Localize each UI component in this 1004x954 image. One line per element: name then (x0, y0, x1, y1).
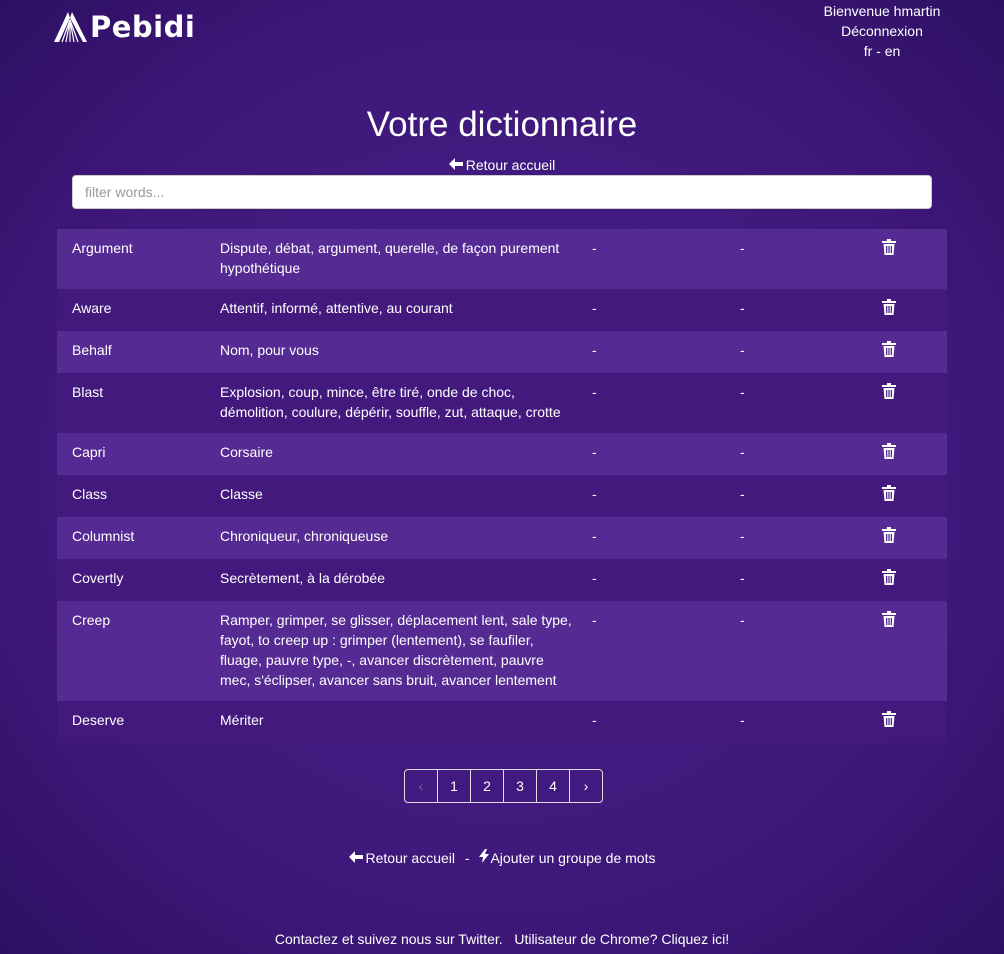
chrome-extension-link[interactable]: Utilisateur de Chrome? Cliquez ici! (514, 931, 729, 947)
back-home-label: Retour accueil (465, 157, 556, 173)
word-cell: Blast (72, 384, 104, 400)
table-row: Deserve Mériter - - (57, 701, 947, 743)
lang-en-link[interactable]: en (885, 43, 901, 59)
footer-links: Retour accueil - Ajouter un groupe de mo… (0, 849, 1004, 866)
pagination-page-2[interactable]: 2 (471, 770, 504, 802)
translation-cell: Explosion, coup, mince, être tiré, onde … (220, 384, 561, 420)
extra-cell-2: - (740, 342, 745, 358)
trash-icon[interactable] (882, 711, 896, 732)
translation-cell: Classe (220, 486, 263, 502)
extra-cell-2: - (740, 612, 745, 628)
extra-cell-2: - (740, 712, 745, 728)
translation-cell: Dispute, débat, argument, querelle, de f… (220, 240, 560, 276)
logo-text: Pebidi (90, 10, 196, 44)
extra-cell-1: - (592, 570, 597, 586)
back-home-label: Retour accueil (365, 850, 456, 866)
table-row: Capri Corsaire - - (57, 433, 947, 475)
table-row: Argument Dispute, débat, argument, querel… (57, 229, 947, 289)
table-row: Behalf Nom, pour vous - - (57, 331, 947, 373)
arrow-left-icon (448, 158, 463, 170)
back-home-link-bottom[interactable]: Retour accueil (348, 850, 459, 866)
table-row: Covertly Secrètement, à la dérobée - - (57, 559, 947, 601)
table-row: Creep Ramper, grimper, se glisser, déplac… (57, 601, 947, 701)
extra-cell-1: - (592, 712, 597, 728)
trash-icon[interactable] (882, 569, 896, 590)
add-word-group-label: Ajouter un groupe de mots (490, 850, 656, 866)
translation-cell: Secrètement, à la dérobée (220, 570, 385, 586)
pagination-next[interactable]: › (570, 770, 602, 802)
footer-separator: - (464, 850, 470, 866)
pagination-prev: ‹ (405, 770, 438, 802)
lang-separator: - (876, 43, 881, 59)
pagination-page-4[interactable]: 4 (537, 770, 570, 802)
user-menu: Bienvenue hmartin Déconnexion fr - en (802, 1, 962, 61)
word-cell: Class (72, 486, 108, 502)
page-title: Votre dictionnaire (366, 105, 638, 144)
language-switcher: fr - en (802, 41, 962, 61)
translation-cell: Ramper, grimper, se glisser, déplacement… (220, 612, 572, 688)
extra-cell-1: - (592, 444, 597, 460)
extra-cell-2: - (740, 528, 745, 544)
filter-words-input[interactable] (72, 175, 932, 209)
bolt-icon (479, 849, 490, 863)
trash-icon[interactable] (882, 443, 896, 464)
word-cell: Aware (72, 300, 112, 316)
translation-cell: Chroniqueur, chroniqueuse (220, 528, 389, 544)
table-row: Aware Attentif, informé, attentive, au co… (57, 289, 947, 331)
word-cell: Argument (72, 240, 133, 256)
arrow-left-icon (348, 851, 363, 863)
extra-cell-1: - (592, 486, 597, 502)
extra-cell-2: - (740, 444, 745, 460)
logout-link[interactable]: Déconnexion (841, 23, 923, 39)
extra-cell-2: - (740, 300, 745, 316)
translation-cell: Mériter (220, 712, 264, 728)
extra-cell-2: - (740, 240, 745, 256)
add-word-group-link[interactable]: Ajouter un groupe de mots (479, 849, 656, 866)
extra-cell-1: - (592, 240, 597, 256)
word-cell: Covertly (72, 570, 124, 586)
translation-cell: Corsaire (220, 444, 273, 460)
pagination-page-3[interactable]: 3 (504, 770, 537, 802)
trash-icon[interactable] (882, 341, 896, 362)
pebidi-logo-icon (54, 12, 87, 43)
logo[interactable]: Pebidi (52, 10, 195, 44)
extra-cell-2: - (740, 486, 745, 502)
word-cell: Behalf (72, 342, 112, 358)
extra-cell-2: - (740, 570, 745, 586)
twitter-contact-link[interactable]: Contactez et suivez nous sur Twitter. (275, 931, 503, 947)
lang-fr-link[interactable]: fr (864, 43, 873, 59)
pagination: ‹ 1 2 3 4 › (404, 769, 603, 803)
word-table: Argument Dispute, débat, argument, querel… (57, 229, 947, 743)
extra-cell-1: - (592, 384, 597, 400)
trash-icon[interactable] (882, 527, 896, 548)
trash-icon[interactable] (882, 611, 896, 690)
word-cell: Columnist (72, 528, 135, 544)
back-home-link-top[interactable]: Retour accueil (448, 157, 556, 173)
welcome-text: Bienvenue hmartin (823, 3, 941, 19)
trash-icon[interactable] (882, 299, 896, 320)
translation-cell: Attentif, informé, attentive, au courant (220, 300, 453, 316)
word-cell: Capri (72, 444, 106, 460)
extra-cell-1: - (592, 612, 597, 628)
trash-icon[interactable] (882, 485, 896, 506)
word-cell: Deserve (72, 712, 125, 728)
trash-icon[interactable] (882, 239, 896, 278)
extra-cell-1: - (592, 528, 597, 544)
extra-cell-1: - (592, 300, 597, 316)
word-cell: Creep (72, 612, 111, 628)
trash-icon[interactable] (882, 383, 896, 422)
pagination-page-1[interactable]: 1 (438, 770, 471, 802)
table-row: Class Classe - - (57, 475, 947, 517)
extra-cell-2: - (740, 384, 745, 400)
table-row: Blast Explosion, coup, mince, être tiré, … (57, 373, 947, 433)
translation-cell: Nom, pour vous (220, 342, 319, 358)
table-row: Columnist Chroniqueur, chroniqueuse - - (57, 517, 947, 559)
footer-contact: Contactez et suivez nous sur Twitter. Ut… (0, 931, 1004, 947)
extra-cell-1: - (592, 342, 597, 358)
